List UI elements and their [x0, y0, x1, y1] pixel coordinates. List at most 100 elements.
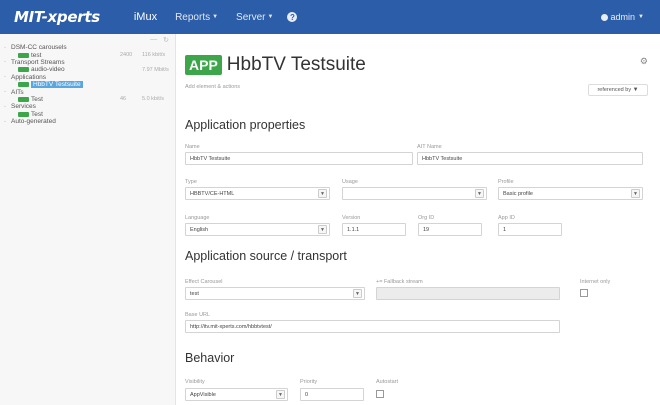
org-id-label: Org ID: [418, 215, 435, 221]
name-label: Name: [185, 144, 200, 150]
chevron-down-icon: ▼: [267, 14, 274, 20]
nav-imux-label: iMux: [133, 11, 158, 23]
usage-label: Usage: [342, 179, 358, 185]
tree-node-label: Auto-generated: [11, 118, 56, 126]
tree-node[interactable]: ◦ AITs: [2, 88, 174, 96]
version-input[interactable]: 1.1.1: [342, 223, 406, 236]
tree: ◦ DSM-CC carousels test 2400 116 kbit/s ◦ Tran…: [2, 44, 174, 125]
tree-toolbar: — ↻: [150, 36, 169, 44]
expander-icon[interactable]: ◦: [4, 89, 11, 95]
user-menu[interactable]: admin ▼: [600, 12, 644, 22]
tree-node-label: HbbTV Testsuite: [31, 81, 83, 89]
base-url-input[interactable]: http://itv.mit-xperts.com/hbbtvtest/: [185, 320, 560, 333]
node-count: 2400: [120, 52, 133, 59]
tree-node-label: AITs: [11, 88, 24, 96]
app-id-input[interactable]: 1: [498, 223, 562, 236]
fallback-select[interactable]: [376, 287, 560, 300]
tree-node-label: audio-video: [31, 66, 65, 74]
nav-imux[interactable]: iMux: [134, 11, 157, 23]
base-url-label: Base URL: [185, 312, 211, 318]
referenced-by-label: referenced by: [597, 87, 632, 93]
nav-server-menu[interactable]: Server ▼: [236, 12, 273, 23]
tree-node-label: DSM-CC carousels: [11, 44, 67, 52]
usage-select[interactable]: [342, 187, 487, 200]
node-bitrate: 5.0 kbit/s: [142, 96, 165, 103]
ait-name-label: AIT Name: [417, 144, 442, 150]
expander-icon[interactable]: ◦: [4, 119, 11, 125]
page-subtitle: Add element & actions: [185, 84, 241, 90]
element-tag-icon: [18, 82, 29, 88]
tree-node-label: Applications: [11, 73, 47, 81]
node-count: 46: [120, 96, 127, 103]
internet-only-label: Internet only: [580, 279, 611, 285]
autostart-checkbox[interactable]: [376, 390, 384, 398]
fallback-label: += Fallback stream: [376, 279, 423, 285]
type-select[interactable]: HBBTV/CE-HTML: [185, 187, 330, 200]
chevron-down-icon[interactable]: ▼: [353, 289, 362, 298]
node-bitrate: 7.97 Mbit/s: [142, 66, 169, 73]
element-tag-icon: [18, 111, 29, 117]
carousel-label: Effect Carousel: [185, 279, 223, 285]
referenced-by-button[interactable]: referenced by ▼: [588, 84, 648, 96]
chevron-down-icon[interactable]: ▼: [318, 189, 327, 198]
page-header: APP HbbTV Testsuite: [185, 54, 366, 76]
nav-reports-menu[interactable]: Reports ▼: [175, 12, 218, 23]
tree-node[interactable]: ◦ Auto-generated: [2, 118, 174, 125]
expander-icon[interactable]: ◦: [4, 45, 11, 51]
element-tag-icon: [18, 67, 29, 73]
visibility-select[interactable]: AppVisible: [185, 388, 288, 401]
type-label: Type: [185, 179, 197, 185]
tree-node[interactable]: Test 46 5.0 kbit/s: [2, 96, 174, 103]
chevron-down-icon: ▼: [632, 87, 639, 93]
gear-icon[interactable]: ⚙: [640, 56, 648, 67]
chevron-down-icon[interactable]: ▼: [276, 390, 285, 399]
nav-reports-label: Reports: [175, 11, 211, 23]
name-input[interactable]: HbbTV Testsuite: [185, 152, 413, 165]
tree-node[interactable]: Test: [2, 111, 174, 118]
tree-node-label: Transport Streams: [11, 58, 65, 66]
profile-label: Profile: [498, 179, 514, 185]
tree-node[interactable]: audio-video 7.97 Mbit/s: [2, 66, 174, 73]
refresh-icon[interactable]: ↻: [163, 36, 169, 44]
element-tag-icon: [18, 96, 29, 102]
language-label: Language: [185, 215, 210, 221]
help-icon[interactable]: ?: [287, 12, 298, 22]
tree-node[interactable]: HbbTV Testsuite: [2, 81, 174, 89]
app-id-label: App ID: [498, 215, 515, 221]
section-application-source: Application source / transport: [185, 249, 347, 263]
app-badge: APP: [185, 55, 222, 75]
expander-icon[interactable]: ◦: [4, 104, 11, 110]
tree-node[interactable]: test 2400 116 kbit/s: [2, 51, 174, 59]
expander-icon[interactable]: ◦: [4, 59, 11, 65]
user-icon: [600, 13, 608, 21]
chevron-down-icon: ▼: [212, 14, 219, 20]
tree-node-label: Test: [31, 95, 43, 103]
tree-node-label: test: [31, 51, 42, 59]
internet-only-checkbox[interactable]: [580, 289, 588, 297]
nav-server-label: Server: [236, 11, 266, 23]
sidebar-tree-panel: — ↻ ◦ DSM-CC carousels test 2400 116 kbit/s ◦…: [0, 34, 176, 405]
collapse-icon[interactable]: —: [150, 36, 157, 44]
chevron-down-icon[interactable]: ▼: [631, 189, 640, 198]
chevron-down-icon[interactable]: ▼: [318, 225, 327, 234]
tree-node[interactable]: ◦ Applications: [2, 74, 174, 81]
language-select[interactable]: English: [185, 223, 330, 236]
priority-input[interactable]: 0: [300, 388, 364, 401]
brand-logo[interactable]: MIT-xperts: [14, 8, 100, 26]
tree-node[interactable]: ◦ DSM-CC carousels: [2, 44, 174, 51]
carousel-select[interactable]: test: [185, 287, 365, 300]
main-content: ⚙ APP HbbTV Testsuite Add element & acti…: [176, 34, 660, 405]
tree-node-label: Services: [11, 103, 36, 111]
page-title: HbbTV Testsuite: [226, 54, 366, 75]
profile-select[interactable]: Basic profile: [498, 187, 643, 200]
tree-node[interactable]: ◦ Transport Streams: [2, 59, 174, 66]
org-id-input[interactable]: 19: [418, 223, 482, 236]
top-navbar: MIT-xperts iMux Reports ▼ Server ▼ ? admin…: [0, 0, 660, 34]
tree-node[interactable]: ◦ Services: [2, 103, 174, 110]
expander-icon[interactable]: ◦: [4, 74, 11, 80]
chevron-down-icon[interactable]: ▼: [475, 189, 484, 198]
chevron-down-icon: ▼: [638, 14, 644, 20]
ait-name-input[interactable]: HbbTV Testsuite: [417, 152, 643, 165]
section-application-properties: Application properties: [185, 118, 306, 132]
user-name: admin: [610, 12, 636, 22]
